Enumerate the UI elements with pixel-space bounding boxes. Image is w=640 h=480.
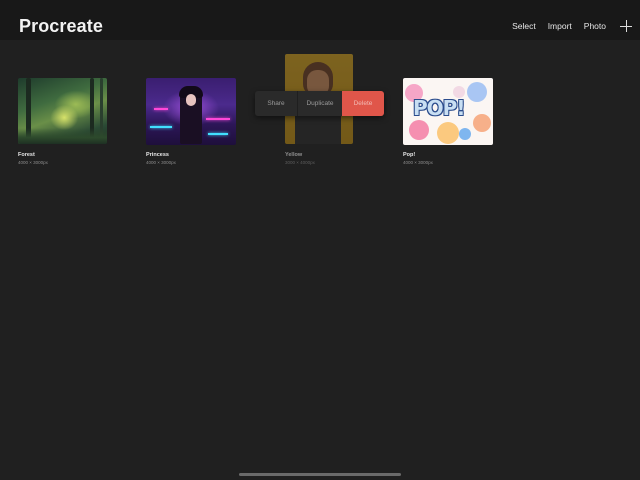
artwork-name: Yellow bbox=[285, 152, 303, 158]
artwork-card-forest[interactable]: Forest 4000 × 3000px bbox=[18, 78, 107, 168]
delete-button[interactable]: Delete bbox=[342, 91, 384, 116]
figure-face bbox=[186, 94, 196, 106]
select-button[interactable]: Select bbox=[512, 21, 536, 31]
top-bar: Procreate Select Import Photo bbox=[0, 0, 640, 40]
neon-line bbox=[208, 133, 228, 135]
artwork-thumbnail[interactable] bbox=[18, 78, 107, 144]
artwork-name: Princess bbox=[146, 152, 169, 158]
artwork-size: 3000 × 4000px bbox=[285, 160, 315, 165]
pop-bubble bbox=[409, 120, 429, 140]
neon-line bbox=[206, 118, 230, 120]
pop-bubble bbox=[459, 128, 471, 140]
artwork-context-menu: Share Duplicate Delete bbox=[255, 91, 384, 116]
pop-bubble bbox=[437, 122, 459, 144]
artwork-size: 4000 × 3000px bbox=[146, 160, 176, 165]
artwork-thumbnail[interactable]: POP! bbox=[403, 78, 493, 145]
pop-bubble bbox=[467, 82, 487, 102]
pop-bubble bbox=[473, 114, 491, 132]
artwork-name: Forest bbox=[18, 152, 35, 158]
artwork-card-pop[interactable]: POP! Pop! 4000 × 3000px bbox=[403, 78, 493, 168]
share-button[interactable]: Share bbox=[255, 91, 297, 116]
duplicate-button[interactable]: Duplicate bbox=[297, 91, 342, 116]
artwork-size: 4000 × 3000px bbox=[18, 160, 48, 165]
forest-floor bbox=[18, 128, 107, 144]
photo-button[interactable]: Photo bbox=[584, 21, 606, 31]
plus-icon[interactable] bbox=[620, 20, 632, 32]
artwork-card-princess[interactable]: Princess 4000 × 3000px bbox=[146, 78, 236, 168]
neon-line bbox=[150, 126, 172, 128]
home-indicator[interactable] bbox=[239, 473, 401, 476]
procreate-gallery: Procreate Select Import Photo Forest 400… bbox=[0, 0, 640, 480]
artwork-size: 4000 × 3000px bbox=[403, 160, 433, 165]
import-button[interactable]: Import bbox=[548, 21, 572, 31]
pop-lettering: POP! bbox=[413, 96, 465, 120]
app-title: Procreate bbox=[19, 16, 103, 36]
neon-line bbox=[154, 108, 168, 110]
artwork-name: Pop! bbox=[403, 152, 416, 158]
artwork-thumbnail[interactable] bbox=[146, 78, 236, 145]
top-actions: Select Import Photo bbox=[512, 20, 632, 32]
